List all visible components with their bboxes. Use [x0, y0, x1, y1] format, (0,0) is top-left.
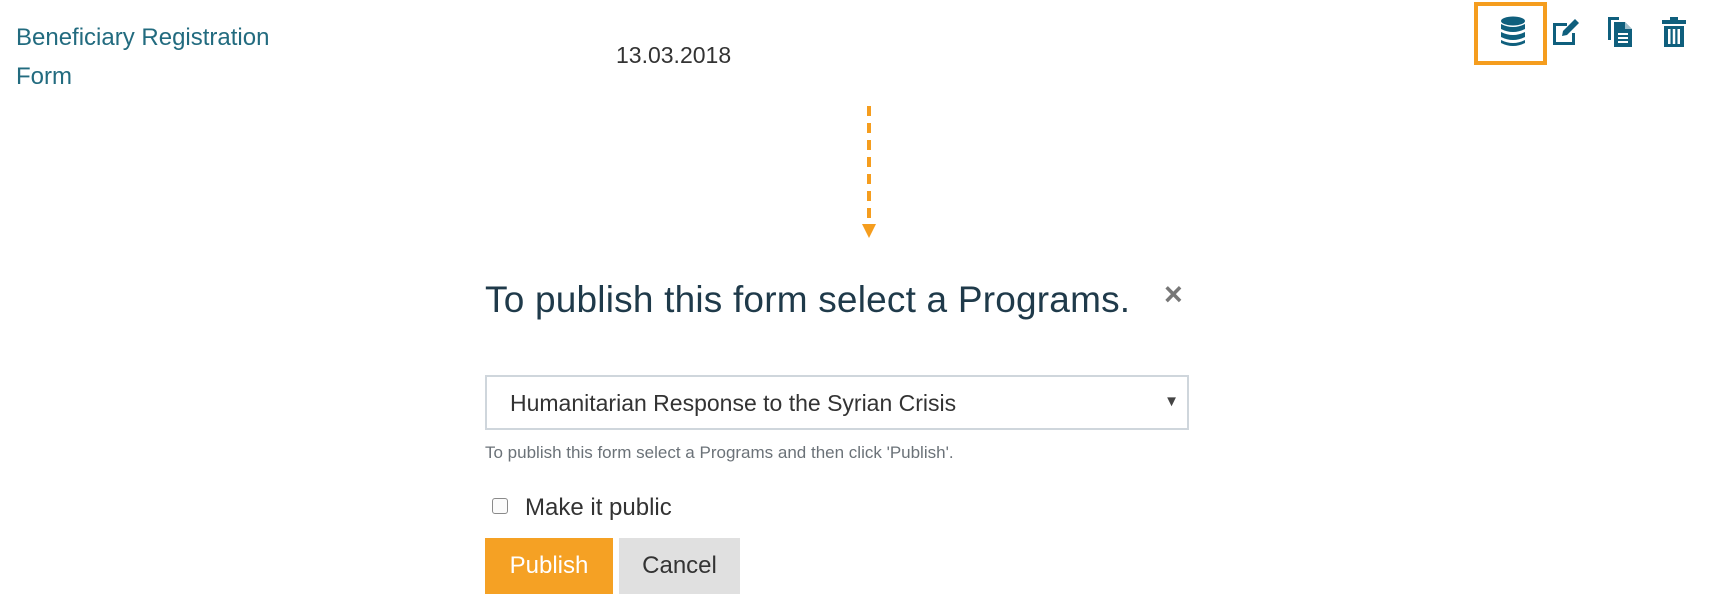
program-select-value: Humanitarian Response to the Syrian Cris… [510, 390, 957, 416]
help-text: To publish this form select a Programs a… [485, 443, 954, 462]
copy-icon [1608, 17, 1632, 47]
form-date: 13.03.2018 [616, 42, 732, 68]
close-icon[interactable]: × [1164, 277, 1183, 311]
edit-button[interactable] [1546, 12, 1586, 52]
cancel-button[interactable]: Cancel [619, 538, 740, 594]
delete-button[interactable] [1654, 12, 1694, 52]
program-select[interactable]: Humanitarian Response to the Syrian Cris… [485, 375, 1189, 430]
edit-icon [1553, 19, 1579, 45]
screen: Beneficiary Registration Form 13.03.2018 [0, 0, 1734, 615]
make-public-label[interactable]: Make it public [525, 494, 672, 522]
publish-button[interactable]: Publish [485, 538, 613, 594]
publish-database-button[interactable] [1493, 12, 1533, 52]
modal-title: To publish this form select a Programs. [485, 279, 1131, 320]
make-public-checkbox[interactable] [492, 498, 508, 514]
copy-button[interactable] [1600, 12, 1640, 52]
trash-icon [1662, 17, 1686, 47]
caret-down-icon: ▼ [1164, 393, 1179, 410]
database-icon [1501, 16, 1525, 46]
dashed-down-arrow [862, 106, 876, 238]
form-name-link[interactable]: Beneficiary Registration Form [16, 18, 276, 96]
